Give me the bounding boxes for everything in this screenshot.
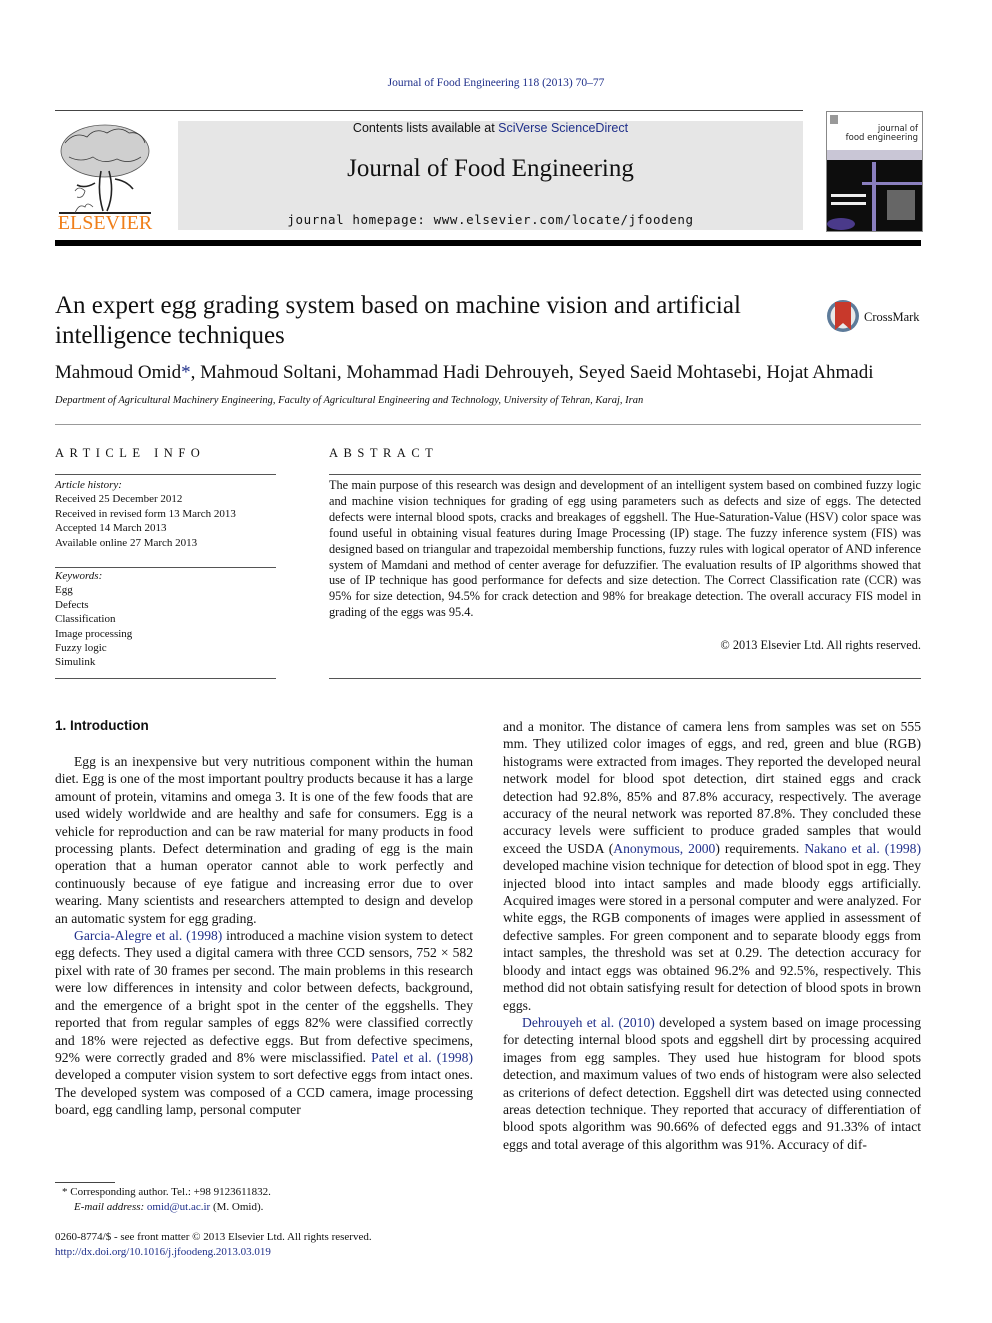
- citation-link[interactable]: Anonymous, 2000: [613, 841, 715, 856]
- author-name[interactable]: Mohammad Hadi Dehrouyeh: [346, 362, 569, 383]
- keyword-item: Classification: [55, 613, 116, 626]
- crossmark-icon: CrossMark: [827, 300, 920, 332]
- header-thick-rule: [55, 240, 921, 246]
- footnote-text: Corresponding author. Tel.: +98 91236118…: [70, 1186, 271, 1198]
- keyword-item: Egg: [55, 584, 73, 597]
- paragraph: Dehrouyeh et al. (2010) developed a syst…: [503, 1014, 921, 1152]
- corresponding-author-footnote: * Corresponding author. Tel.: +98 912361…: [62, 1186, 271, 1213]
- keywords-label: Keywords:: [55, 570, 103, 582]
- author-name[interactable]: Seyed Saeid Mohtasebi: [579, 362, 757, 383]
- article-history: Article history: Received 25 December 20…: [55, 478, 280, 550]
- body-column-left: Egg is an inexpensive but very nutritiou…: [55, 753, 473, 1119]
- article-info-heading: ARTICLE INFO: [55, 446, 206, 460]
- author-list: Mahmoud Omid*, Mahmoud Soltani, Mohammad…: [55, 362, 874, 383]
- cover-title-line2: food engineering: [846, 133, 918, 143]
- article-title: An expert egg grading system based on ma…: [55, 292, 741, 349]
- history-item: Received 25 December 2012: [55, 493, 183, 506]
- abstract-body: The main purpose of this research was de…: [329, 478, 921, 620]
- history-item: Received in revised form 13 March 2013: [55, 507, 236, 520]
- contents-line: Contents lists available at SciVerse Sci…: [178, 121, 803, 135]
- citation-text[interactable]: Journal of Food Engineering 118 (2013) 7…: [388, 77, 605, 89]
- email-label: E-mail address:: [74, 1200, 147, 1213]
- paragraph: and a monitor. The distance of camera le…: [503, 719, 922, 1013]
- history-item: Available online 27 March 2013: [55, 536, 198, 549]
- author-name[interactable]: Hojat Ahmadi: [766, 362, 873, 383]
- author-name[interactable]: Mahmoud Omid: [55, 362, 181, 383]
- doi-link[interactable]: http://dx.doi.org/10.1016/j.jfoodeng.201…: [55, 1245, 555, 1260]
- citation-link[interactable]: Nakano et al. (1998): [804, 841, 921, 856]
- citation-link[interactable]: Dehrouyeh et al. (2010): [522, 1015, 655, 1030]
- journal-cover-thumbnail[interactable]: journal of food engineering: [826, 111, 923, 232]
- corresponding-author-mark[interactable]: *: [181, 362, 191, 383]
- affiliation: Department of Agricultural Machinery Eng…: [55, 395, 644, 406]
- section-heading: 1. Introduction: [55, 718, 149, 733]
- paragraph: Egg is an inexpensive but very nutritiou…: [55, 754, 473, 926]
- journal-homepage[interactable]: journal homepage: www.elsevier.com/locat…: [178, 212, 803, 227]
- keyword-item: Simulink: [55, 656, 96, 669]
- divider: [329, 678, 921, 679]
- footnote-star: *: [62, 1186, 68, 1198]
- keyword-item: Image processing: [55, 627, 133, 640]
- journal-citation-link[interactable]: Journal of Food Engineering 118 (2013) 7…: [0, 77, 992, 89]
- history-label: Article history:: [55, 479, 122, 491]
- crossmark-badge[interactable]: CrossMark: [826, 296, 926, 336]
- sciencedirect-link[interactable]: SciVerse ScienceDirect: [498, 121, 628, 135]
- citation-link[interactable]: Garcia-Alegre et al. (1998): [74, 928, 222, 943]
- front-matter-text: 0260-8774/$ - see front matter © 2013 El…: [55, 1231, 372, 1243]
- keyword-item: Defects: [55, 598, 89, 611]
- divider: [55, 567, 276, 568]
- contents-prefix: Contents lists available at: [352, 121, 499, 135]
- crossmark-label: CrossMark: [864, 310, 920, 324]
- keyword-item: Fuzzy logic: [55, 642, 107, 655]
- divider: [329, 474, 921, 475]
- journal-title: Journal of Food Engineering: [347, 155, 634, 182]
- elsevier-logo[interactable]: ELSEVIER: [55, 121, 155, 234]
- cover-image-icon: journal of food engineering: [827, 112, 922, 231]
- divider: [55, 678, 276, 679]
- author-name[interactable]: Mahmoud Soltani: [200, 362, 337, 383]
- elsevier-tree-icon: ELSEVIER: [58, 124, 153, 234]
- history-item: Accepted 14 March 2013: [55, 522, 167, 535]
- abstract-copyright: © 2013 Elsevier Ltd. All rights reserved…: [720, 638, 921, 652]
- elsevier-wordmark: ELSEVIER: [58, 212, 153, 233]
- email-link[interactable]: omid@ut.ac.ir: [147, 1201, 210, 1213]
- abstract-heading: ABSTRACT: [329, 446, 439, 460]
- footnote-rule: [55, 1182, 115, 1183]
- paragraph: Garcia-Alegre et al. (1998) introduced a…: [55, 928, 473, 1118]
- body-column-right: and a monitor. The distance of camera le…: [503, 718, 921, 1153]
- front-matter: 0260-8774/$ - see front matter © 2013 El…: [55, 1230, 555, 1259]
- divider: [55, 474, 276, 475]
- affiliation-rule: [55, 424, 921, 425]
- keywords: Keywords: Egg Defects Classification Ima…: [55, 569, 280, 670]
- citation-link[interactable]: Patel et al. (1998): [371, 1050, 473, 1065]
- header-top-rule: [55, 110, 803, 111]
